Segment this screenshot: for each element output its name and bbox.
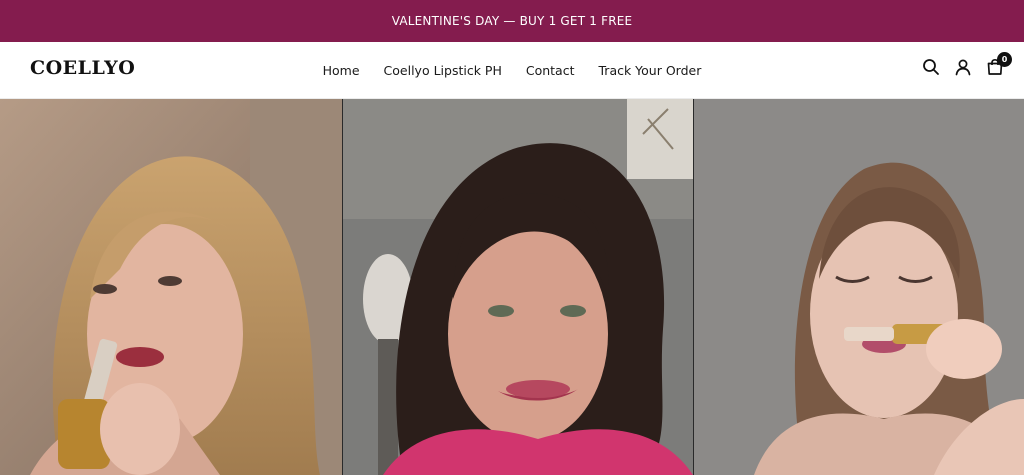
main-nav: Home Coellyo Lipstick PH Contact Track Y… (0, 42, 1024, 98)
gallery-tile-3[interactable] (694, 99, 1024, 475)
user-icon[interactable] (954, 58, 972, 76)
gallery-tile-2[interactable] (342, 99, 694, 475)
nav-item-track-order[interactable]: Track Your Order (599, 63, 702, 78)
search-icon[interactable] (922, 58, 940, 76)
video-thumbnail-1 (0, 99, 342, 475)
brand-logo[interactable]: COELLYO (30, 57, 135, 79)
nav-item-home[interactable]: Home (323, 63, 360, 78)
video-gallery (0, 99, 1024, 475)
header-actions: 0 (922, 52, 1012, 76)
video-thumbnail-2 (343, 99, 693, 475)
gallery-tile-1[interactable] (0, 99, 342, 475)
announcement-bar: VALENTINE'S DAY — BUY 1 GET 1 FREE (0, 0, 1024, 42)
nav-item-lipstick-ph[interactable]: Coellyo Lipstick PH (384, 63, 502, 78)
nav-item-contact[interactable]: Contact (526, 63, 575, 78)
cart-icon[interactable]: 0 (986, 52, 1012, 76)
announcement-text: VALENTINE'S DAY — BUY 1 GET 1 FREE (391, 14, 633, 28)
video-thumbnail-3 (694, 99, 1024, 475)
site-header: COELLYO Home Coellyo Lipstick PH Contact… (0, 42, 1024, 99)
cart-count-badge: 0 (997, 52, 1012, 67)
